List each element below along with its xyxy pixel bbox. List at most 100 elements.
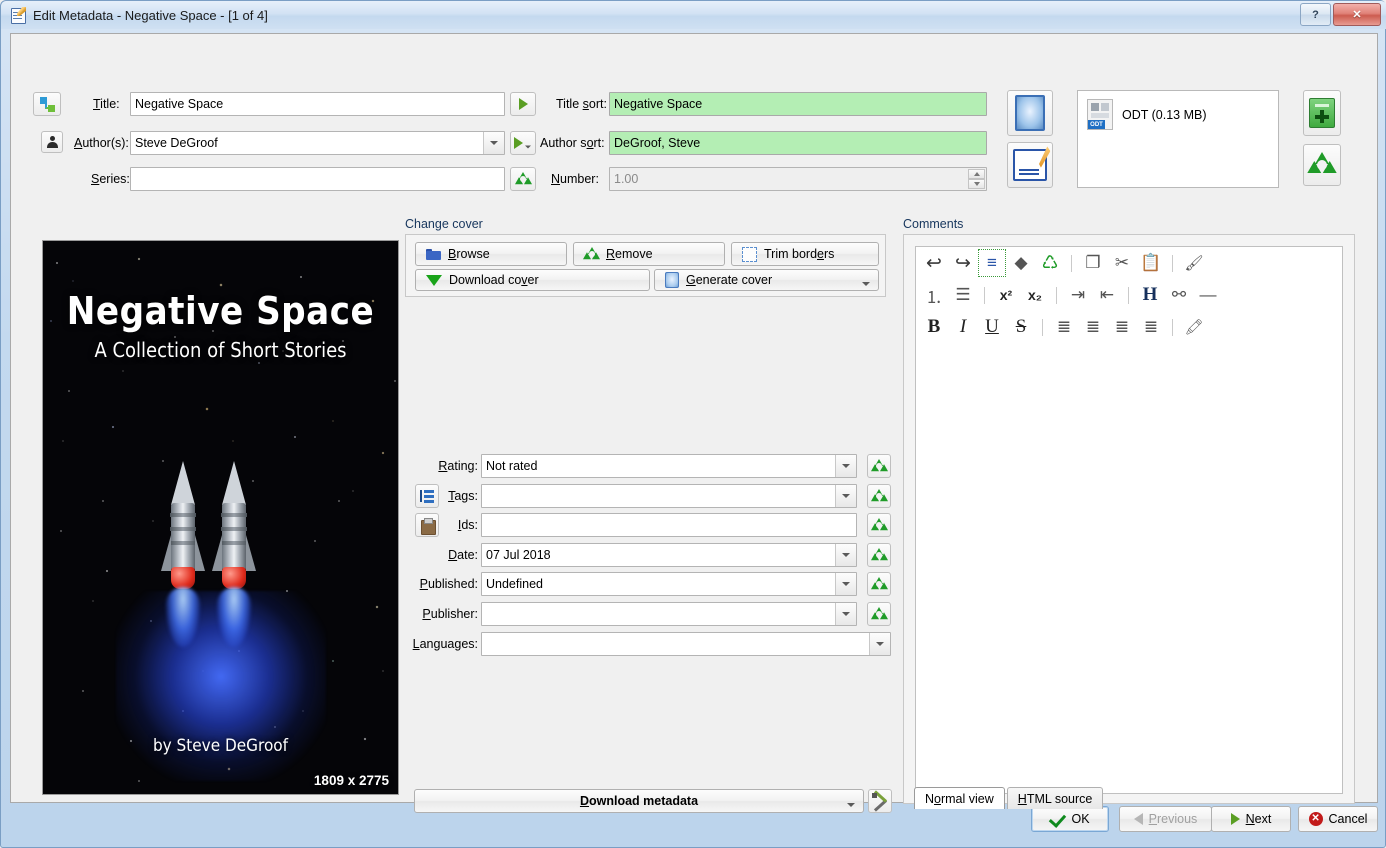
metadata-from-format-button[interactable] — [1007, 142, 1053, 188]
trim-borders-button[interactable]: Trim borders — [731, 242, 879, 266]
heading-icon[interactable]: H — [1139, 284, 1161, 306]
toolbar-separator — [1056, 286, 1057, 304]
tags-clear-button[interactable] — [867, 484, 891, 508]
underline-icon[interactable]: U — [981, 316, 1003, 338]
languages-dropdown-arrow[interactable] — [869, 633, 890, 655]
outdent-icon[interactable]: ⇤ — [1096, 284, 1118, 306]
ordered-list-icon[interactable]: ⒈ — [923, 284, 945, 307]
clear-format-icon[interactable]: 🖍 — [1183, 316, 1205, 338]
series-number-value: 1.00 — [614, 172, 639, 186]
manage-authors-button[interactable] — [41, 131, 63, 153]
publisher-input[interactable] — [481, 602, 857, 626]
author-dropdown-arrow[interactable] — [483, 132, 504, 154]
toolbar-separator — [1128, 286, 1129, 304]
previous-label: Previous — [1148, 812, 1198, 826]
date-clear-button[interactable] — [867, 543, 891, 567]
publisher-clear-button[interactable] — [867, 602, 891, 626]
rating-clear-button[interactable] — [867, 454, 891, 478]
recycle-icon — [870, 606, 888, 623]
next-label: Next — [1245, 812, 1272, 826]
ids-input[interactable] — [481, 513, 857, 537]
published-dropdown-arrow[interactable] — [835, 573, 856, 595]
series-number-input[interactable]: 1.00 — [609, 167, 987, 191]
publisher-dropdown-arrow[interactable] — [835, 603, 856, 625]
remove-cover-button[interactable]: Remove — [573, 242, 725, 266]
download-cover-button[interactable]: Download cover — [415, 269, 650, 291]
next-button[interactable]: Next — [1211, 806, 1291, 832]
bold-icon[interactable]: B — [923, 316, 945, 338]
subscript-icon[interactable]: x₂ — [1024, 284, 1046, 306]
number-spinner[interactable] — [968, 169, 985, 189]
author-sort-label: Author sort: — [540, 136, 605, 150]
author-input[interactable]: Steve DeGroof — [130, 131, 505, 155]
cover-from-ebook-button[interactable] — [1007, 90, 1053, 136]
change-cover-group: Change cover Browse Remove Trim borders — [405, 217, 886, 297]
number-label: Number: — [551, 172, 599, 186]
generate-cover-button[interactable]: Generate cover — [654, 269, 879, 291]
align-right-icon[interactable]: ≣ — [1111, 316, 1133, 338]
tab-html-source[interactable]: HTML source — [1006, 787, 1104, 809]
link-icon[interactable]: ⚯ — [1168, 284, 1190, 306]
title-sort-input[interactable]: Negative Space — [609, 92, 987, 116]
eraser-icon[interactable]: ◆ — [1010, 252, 1032, 274]
close-button[interactable]: ✕ — [1333, 3, 1381, 26]
tab-normal-view[interactable]: Normal view — [914, 787, 1005, 809]
rating-label: Rating: — [438, 459, 478, 473]
ok-button[interactable]: OK — [1031, 806, 1109, 832]
swap-title-author-button[interactable] — [33, 92, 61, 116]
recycle-icon — [870, 576, 888, 593]
date-input[interactable]: 07 Jul 2018 — [481, 543, 857, 567]
add-format-icon — [1309, 98, 1335, 128]
align-justify-icon[interactable]: ≣ — [1140, 316, 1162, 338]
cut-icon[interactable]: ✂ — [1111, 252, 1133, 274]
remove-format-button[interactable] — [1303, 144, 1341, 186]
color-fill-icon[interactable]: 🖌 — [1183, 252, 1205, 274]
tags-input[interactable] — [481, 484, 857, 508]
trim-borders-icon — [742, 246, 757, 262]
list-item[interactable]: ODT ODT (0.13 MB) — [1078, 91, 1278, 138]
strikethrough-icon[interactable]: S — [1010, 316, 1032, 338]
toolbar-separator — [1042, 318, 1043, 336]
published-value: Undefined — [486, 577, 543, 591]
rating-dropdown-arrow[interactable] — [835, 455, 856, 477]
series-input[interactable] — [130, 167, 505, 191]
title-sort-auto-button[interactable] — [510, 92, 536, 116]
title-sort-label: Title sort: — [556, 97, 607, 111]
browse-cover-button[interactable]: Browse — [415, 242, 567, 266]
italic-icon[interactable]: I — [952, 316, 974, 338]
superscript-icon[interactable]: x² — [995, 284, 1017, 306]
languages-input[interactable] — [481, 632, 891, 656]
rating-input[interactable]: Not rated — [481, 454, 857, 478]
cancel-button[interactable]: ✕ Cancel — [1298, 806, 1378, 832]
help-button[interactable]: ? — [1300, 3, 1331, 26]
align-left-icon[interactable]: ≣ — [1053, 316, 1075, 338]
comments-toolbar-row: B I U S ≣ ≣ ≣ ≣ 🖍 — [916, 311, 1342, 343]
align-center-icon[interactable]: ≣ — [1082, 316, 1104, 338]
series-clear-button[interactable] — [510, 167, 536, 191]
comments-text-area[interactable] — [916, 351, 1342, 793]
align-justify-highlight-icon[interactable]: ≡ — [978, 249, 1006, 277]
recycle-icon[interactable]: ♺ — [1039, 252, 1061, 274]
add-format-button[interactable] — [1303, 90, 1341, 136]
undo-icon[interactable]: ↩ — [923, 252, 945, 274]
recycle-icon — [870, 458, 888, 475]
chevron-down-icon[interactable] — [862, 282, 870, 286]
ids-clear-button[interactable] — [867, 513, 891, 537]
unordered-list-icon[interactable]: ☰ — [952, 284, 974, 306]
tags-dropdown-arrow[interactable] — [835, 485, 856, 507]
redo-icon[interactable]: ↪ — [952, 252, 974, 274]
previous-button[interactable]: Previous — [1119, 806, 1212, 832]
paste-icon[interactable]: 📋 — [1140, 252, 1162, 274]
formats-list[interactable]: ODT ODT (0.13 MB) — [1077, 90, 1279, 188]
horizontal-rule-icon[interactable]: — — [1197, 284, 1219, 306]
date-dropdown-arrow[interactable] — [835, 544, 856, 566]
author-sort-input[interactable]: DeGroof, Steve — [609, 131, 987, 155]
tags-label: Tags: — [448, 489, 478, 503]
published-clear-button[interactable] — [867, 572, 891, 596]
format-name: ODT (0.13 MB) — [1122, 107, 1207, 122]
copy-icon[interactable]: ❐ — [1082, 252, 1104, 274]
published-input[interactable]: Undefined — [481, 572, 857, 596]
title-input[interactable]: Negative Space — [130, 92, 505, 116]
author-sort-auto-button[interactable] — [510, 131, 536, 155]
indent-icon[interactable]: ⇥ — [1067, 284, 1089, 306]
